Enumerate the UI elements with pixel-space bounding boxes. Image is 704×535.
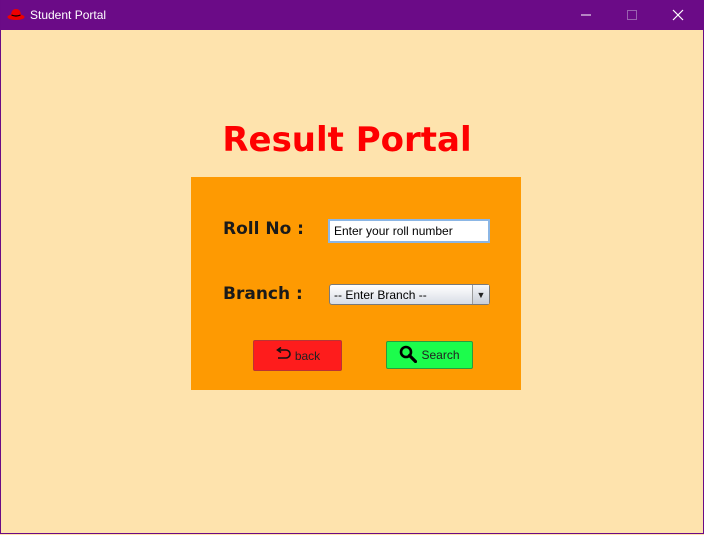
close-icon[interactable] [655,0,701,30]
maximize-icon[interactable] [609,0,655,30]
magnifier-icon [399,345,418,366]
branch-select[interactable]: -- Enter Branch -- ▼ [329,284,490,305]
minimize-icon[interactable] [563,0,609,30]
branch-selected-value: -- Enter Branch -- [334,288,427,302]
main-window: Student Portal Result Portal Roll No : B… [0,0,704,535]
back-button[interactable]: back [253,340,342,371]
roll-no-label: Roll No : [223,219,304,239]
undo-arrow-icon [275,346,291,364]
chevron-down-icon[interactable]: ▼ [472,285,489,304]
roll-number-input[interactable] [328,219,490,243]
search-button-label: Search [421,348,460,362]
redhat-icon [7,7,25,21]
title-bar[interactable]: Student Portal [0,0,704,30]
branch-label: Branch : [223,284,303,304]
search-button[interactable]: Search [386,341,473,369]
window-title: Student Portal [30,8,107,22]
page-title: Result Portal [222,120,472,160]
back-button-label: back [294,348,321,363]
